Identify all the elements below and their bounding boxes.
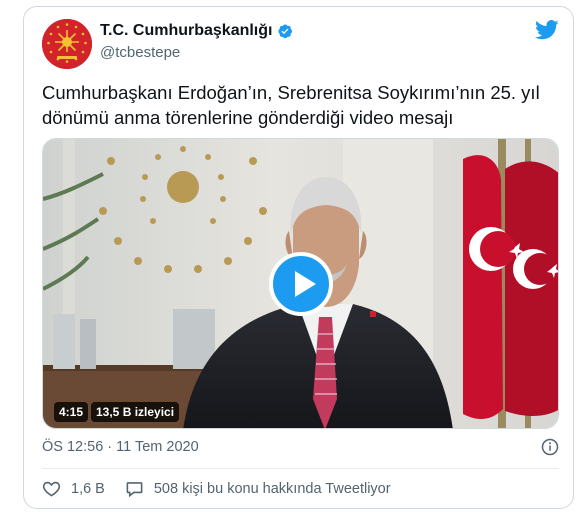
like-count: 1,6 B (71, 480, 105, 497)
tweet-card[interactable]: T.C. Cumhurbaşkanlığı @tcbestepe Cumhurb… (23, 6, 574, 509)
tweet-text: Cumhurbaşkanı Erdoğan’ın, Srebrenitsa So… (42, 82, 540, 128)
like-button[interactable]: 1,6 B (42, 479, 105, 498)
discussion-link[interactable]: 508 kişi bu konu hakkında Tweetliyor (125, 479, 391, 498)
tweet-actions: 1,6 B 508 kişi bu konu hakkında Tweetliy… (42, 479, 391, 498)
play-icon (295, 271, 316, 297)
speech-bubble-icon (126, 482, 143, 498)
twitter-bird-icon[interactable] (535, 20, 559, 40)
display-name-text[interactable]: T.C. Cumhurbaşkanlığı (100, 22, 272, 40)
account-handle[interactable]: @tcbestepe (100, 44, 180, 61)
avatar[interactable] (42, 19, 92, 69)
info-icon[interactable] (541, 438, 559, 456)
tweet-timestamp[interactable]: ÖS 12:56 · 11 Tem 2020 (42, 439, 199, 455)
video-duration: 4:15 (54, 402, 89, 422)
video-view-count: 13,5 B izleyici (91, 402, 180, 422)
divider (42, 468, 559, 469)
display-name[interactable]: T.C. Cumhurbaşkanlığı (100, 22, 293, 40)
play-button[interactable] (269, 252, 333, 316)
discussion-text: 508 kişi bu konu hakkında Tweetliyor (153, 480, 391, 497)
verified-badge-icon (278, 24, 293, 39)
video-player[interactable]: 4:15 13,5 B izleyici (42, 138, 559, 429)
heart-icon (42, 481, 61, 497)
presidential-seal-icon (42, 19, 92, 69)
